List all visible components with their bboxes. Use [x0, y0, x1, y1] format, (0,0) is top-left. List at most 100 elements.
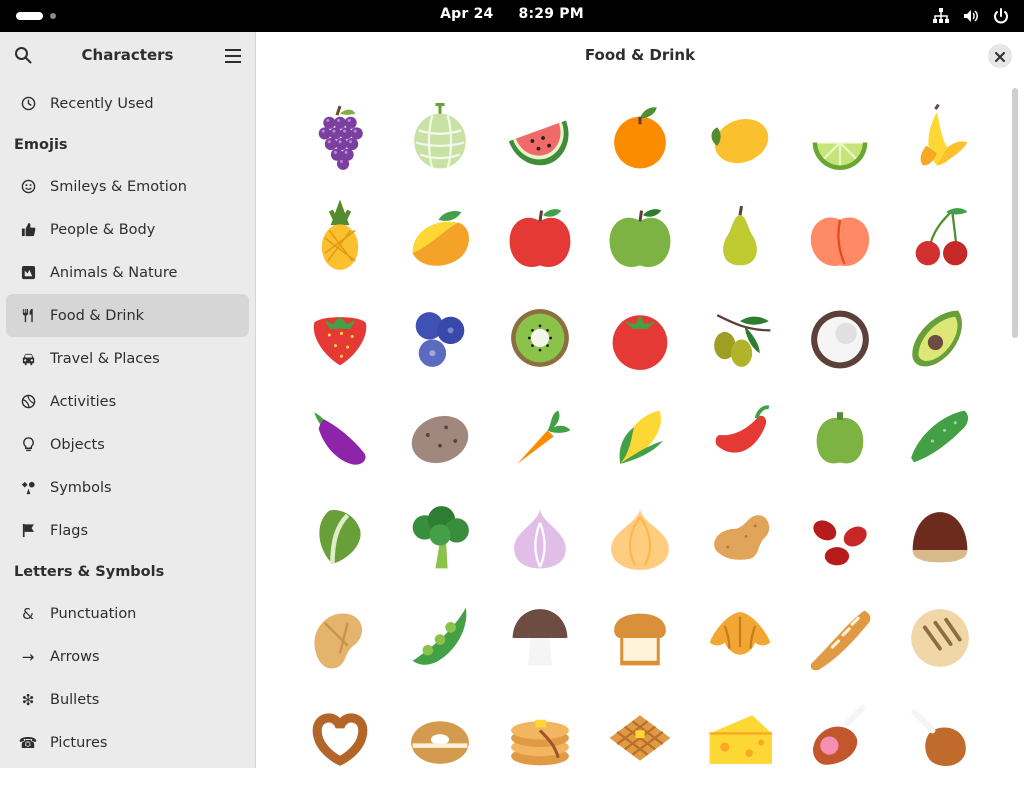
sidebar-item-activities[interactable]: Activities	[6, 380, 249, 423]
garlic-icon	[514, 507, 566, 569]
emoji-ginger[interactable]	[290, 588, 390, 688]
emoji-flatbread[interactable]	[890, 588, 990, 688]
emoji-meat-on-bone[interactable]	[790, 688, 890, 788]
emoji-pear[interactable]	[690, 188, 790, 288]
sidebar-item-arrows[interactable]: → Arrows	[6, 635, 249, 678]
emoji-tangerine[interactable]	[590, 88, 690, 188]
green-apple-icon	[609, 209, 671, 267]
sidebar-item-punctuation[interactable]: & Punctuation	[6, 592, 249, 635]
sidebar-item-recently-used[interactable]: Recently Used	[6, 82, 249, 125]
emoji-peach[interactable]	[790, 188, 890, 288]
pancakes-icon	[511, 719, 569, 766]
emoji-panel: Food & Drink	[256, 32, 1024, 768]
emoji-eggplant[interactable]	[290, 388, 390, 488]
banana-icon	[920, 103, 968, 166]
sidebar-item-label: Recently Used	[50, 95, 154, 112]
emoji-cheese[interactable]	[690, 688, 790, 788]
baguette-icon	[810, 610, 871, 671]
emoji-beans[interactable]	[790, 488, 890, 588]
sidebar-item-people[interactable]: People & Body	[6, 208, 249, 251]
emoji-bread[interactable]	[590, 588, 690, 688]
emoji-hot-pepper[interactable]	[690, 388, 790, 488]
scrollbar[interactable]	[1012, 88, 1018, 338]
emoji-garlic[interactable]	[490, 488, 590, 588]
watermelon-icon	[508, 120, 569, 166]
symbols-icon	[20, 480, 36, 496]
emoji-cherries[interactable]	[890, 188, 990, 288]
sidebar-item-symbols[interactable]: Symbols	[6, 466, 249, 509]
emoji-mango[interactable]	[390, 188, 490, 288]
smiley-icon	[20, 179, 36, 195]
emoji-watermelon[interactable]	[490, 88, 590, 188]
emoji-chestnut[interactable]	[890, 488, 990, 588]
emoji-olive[interactable]	[690, 288, 790, 388]
emoji-baguette[interactable]	[790, 588, 890, 688]
emoji-croissant[interactable]	[690, 588, 790, 688]
bell-pepper-icon	[816, 412, 864, 464]
cherries-icon	[915, 208, 968, 266]
emoji-bagel[interactable]	[390, 688, 490, 788]
sidebar-item-animals[interactable]: Animals & Nature	[6, 251, 249, 294]
sidebar-item-pictures[interactable]: ☎ Pictures	[6, 721, 249, 764]
emoji-tomato[interactable]	[590, 288, 690, 388]
potato-icon	[411, 415, 469, 464]
emoji-onion[interactable]	[590, 488, 690, 588]
kiwi-icon	[511, 309, 569, 367]
sidebar-item-objects[interactable]: Objects	[6, 423, 249, 466]
emoji-corn[interactable]	[590, 388, 690, 488]
pear-icon	[723, 205, 757, 266]
emoji-poultry-leg[interactable]	[890, 688, 990, 788]
activities-icon	[20, 394, 36, 410]
sidebar-item-smileys[interactable]: Smileys & Emotion	[6, 165, 249, 208]
sidebar-item-travel[interactable]: Travel & Places	[6, 337, 249, 380]
emoji-broccoli[interactable]	[390, 488, 490, 588]
emoji-pea-pod[interactable]	[390, 588, 490, 688]
emoji-banana[interactable]	[890, 88, 990, 188]
emoji-red-apple[interactable]	[490, 188, 590, 288]
sidebar-item-flags[interactable]: Flags	[6, 509, 249, 552]
carrot-icon	[517, 410, 571, 464]
emoji-kiwi[interactable]	[490, 288, 590, 388]
emoji-potato[interactable]	[390, 388, 490, 488]
emoji-peanuts[interactable]	[690, 488, 790, 588]
clock[interactable]: Apr 24 8:29 PM	[0, 6, 1024, 22]
emoji-avocado[interactable]	[890, 288, 990, 388]
emoji-waffle[interactable]	[590, 688, 690, 788]
olive-icon	[714, 314, 771, 367]
emoji-cucumber[interactable]	[890, 388, 990, 488]
sidebar-item-bullets[interactable]: ❇ Bullets	[6, 678, 249, 721]
sidebar-item-food-drink[interactable]: Food & Drink	[6, 294, 249, 337]
date-label: Apr 24	[440, 6, 494, 22]
emoji-pineapple[interactable]	[290, 188, 390, 288]
leafy-green-icon	[319, 509, 361, 564]
sidebar-item-label: Animals & Nature	[50, 264, 178, 281]
emoji-green-apple[interactable]	[590, 188, 690, 288]
emoji-mushroom[interactable]	[490, 588, 590, 688]
top-bar: Apr 24 8:29 PM	[0, 0, 1024, 32]
emoji-carrot[interactable]	[490, 388, 590, 488]
close-button[interactable]	[988, 44, 1012, 68]
emoji-pancakes[interactable]	[490, 688, 590, 788]
broccoli-icon	[412, 506, 469, 569]
close-icon	[995, 47, 1005, 66]
emoji-blueberries[interactable]	[390, 288, 490, 388]
section-header-letters: Letters & Symbols	[14, 564, 165, 580]
emoji-pretzel[interactable]	[290, 688, 390, 788]
emoji-lemon[interactable]	[690, 88, 790, 188]
emoji-melon[interactable]	[390, 88, 490, 188]
emoji-grapes[interactable]	[290, 88, 390, 188]
sidebar-item-label: Objects	[50, 436, 105, 453]
emoji-leafy-green[interactable]	[290, 488, 390, 588]
emoji-bell-pepper[interactable]	[790, 388, 890, 488]
emoji-strawberry[interactable]	[290, 288, 390, 388]
sidebar: Characters Recently Used Emojis Smileys …	[0, 32, 256, 768]
bagel-icon	[411, 721, 469, 764]
mango-icon	[412, 210, 469, 266]
asterisk-icon: ❇	[21, 690, 35, 709]
emoji-lime[interactable]	[790, 88, 890, 188]
hamburger-menu-icon[interactable]	[225, 48, 241, 63]
flatbread-icon	[911, 609, 969, 667]
emoji-coconut[interactable]	[790, 288, 890, 388]
eggplant-icon	[314, 412, 366, 465]
system-tray[interactable]	[932, 7, 1010, 25]
